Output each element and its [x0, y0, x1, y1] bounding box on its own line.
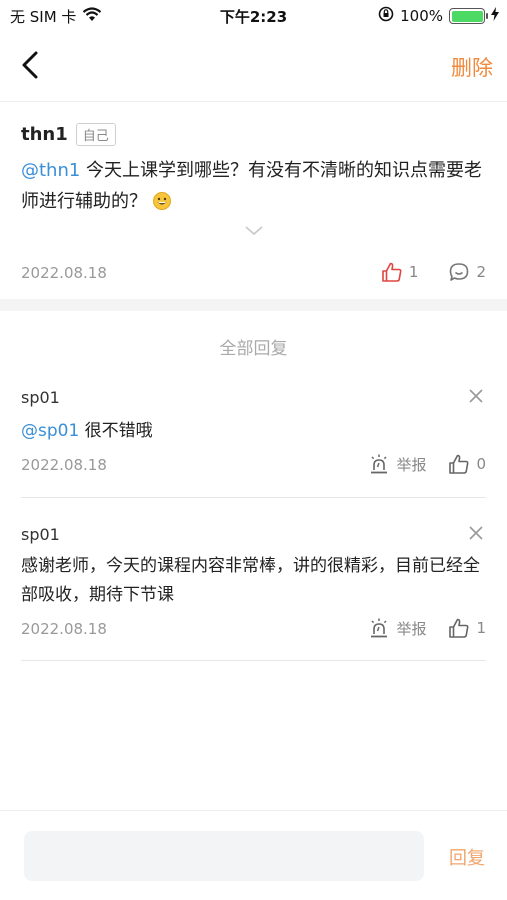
reply-send-button[interactable]: 回复 — [449, 844, 485, 870]
orientation-lock-icon — [378, 6, 394, 26]
reply-date: 2022.08.18 — [21, 456, 107, 474]
reply-date: 2022.08.18 — [21, 620, 107, 638]
self-badge: 自己 — [75, 123, 116, 146]
charging-icon — [491, 7, 499, 25]
reply-like-count: 1 — [476, 619, 486, 637]
report-button[interactable]: 举报 — [368, 453, 426, 475]
post-card: thn1 自己 @thn1 今天上课学到哪些？有没有不清晰的知识点需要老师进行辅… — [0, 103, 507, 299]
reply-actions: 举报 0 — [368, 453, 486, 475]
section-divider — [0, 299, 507, 311]
nav-bar: 删除 — [0, 30, 507, 102]
battery-percent: 100% — [400, 7, 443, 25]
battery-icon — [449, 8, 488, 24]
reply-item: sp01 @sp01 很不错哦 2022.08.18 举报 0 — [21, 388, 486, 498]
report-label: 举报 — [396, 619, 427, 638]
alarm-light-icon — [371, 618, 388, 638]
chevron-left-icon — [22, 51, 38, 79]
reply-user: sp01 — [21, 525, 60, 544]
post-comment-button[interactable]: 2 — [448, 261, 486, 283]
thumbs-up-icon — [449, 454, 469, 474]
thumbs-up-icon — [382, 262, 402, 282]
grin-emoji-icon — [152, 192, 171, 210]
expand-chevron-icon[interactable] — [243, 223, 265, 237]
post-header: thn1 自己 — [21, 123, 116, 146]
reply-text: 很不错哦 — [79, 421, 153, 441]
close-icon[interactable] — [468, 388, 484, 404]
all-replies-title: 全部回复 — [219, 339, 288, 359]
reply-content: @sp01 很不错哦 — [21, 417, 486, 446]
thumbs-up-icon — [449, 618, 469, 638]
status-right: 100% — [378, 6, 499, 26]
comment-icon — [450, 263, 469, 281]
report-label: 举报 — [396, 455, 427, 474]
reply-item: sp01 感谢老师，今天的课程内容非常棒，讲的很精彩，目前已经全部吸收，期待下节… — [21, 525, 486, 661]
alarm-light-icon — [371, 454, 388, 474]
status-bar: 无 SIM 卡 下午2:23 100% — [0, 0, 507, 30]
post-content: @thn1 今天上课学到哪些？有没有不清晰的知识点需要老师进行辅助的？ — [21, 155, 486, 217]
reply-bar: 回复 — [0, 810, 507, 900]
reply-footer: 2022.08.18 举报 0 — [21, 453, 486, 477]
close-icon[interactable] — [468, 525, 484, 541]
reply-like-button[interactable]: 1 — [448, 617, 486, 639]
post-mention[interactable]: @thn1 — [21, 160, 80, 181]
delete-button[interactable]: 删除 — [451, 52, 493, 82]
post-author: thn1 — [21, 124, 68, 145]
reply-like-button[interactable]: 0 — [448, 453, 486, 475]
reply-actions: 举报 1 — [368, 617, 486, 639]
report-button[interactable]: 举报 — [368, 617, 426, 639]
post-like-button[interactable]: 1 — [381, 261, 419, 283]
reply-content: 感谢老师，今天的课程内容非常棒，讲的很精彩，目前已经全部吸收，期待下节课 — [21, 552, 486, 610]
reply-like-count: 0 — [476, 455, 486, 473]
post-actions: 1 2 — [381, 261, 486, 283]
reply-user: sp01 — [21, 388, 60, 407]
reply-mention[interactable]: @sp01 — [21, 421, 79, 441]
post-text: 今天上课学到哪些？有没有不清晰的知识点需要老师进行辅助的？ — [21, 160, 483, 212]
post-comment-count: 2 — [476, 263, 486, 281]
reply-footer: 2022.08.18 举报 1 — [21, 617, 486, 641]
back-button[interactable] — [16, 48, 46, 82]
post-like-count: 1 — [408, 263, 419, 281]
reply-text: 感谢老师，今天的课程内容非常棒，讲的很精彩，目前已经全部吸收，期待下节课 — [21, 556, 480, 605]
reply-input[interactable] — [24, 831, 424, 881]
post-footer: 2022.08.18 1 2 — [21, 261, 486, 287]
post-date: 2022.08.18 — [21, 264, 107, 282]
